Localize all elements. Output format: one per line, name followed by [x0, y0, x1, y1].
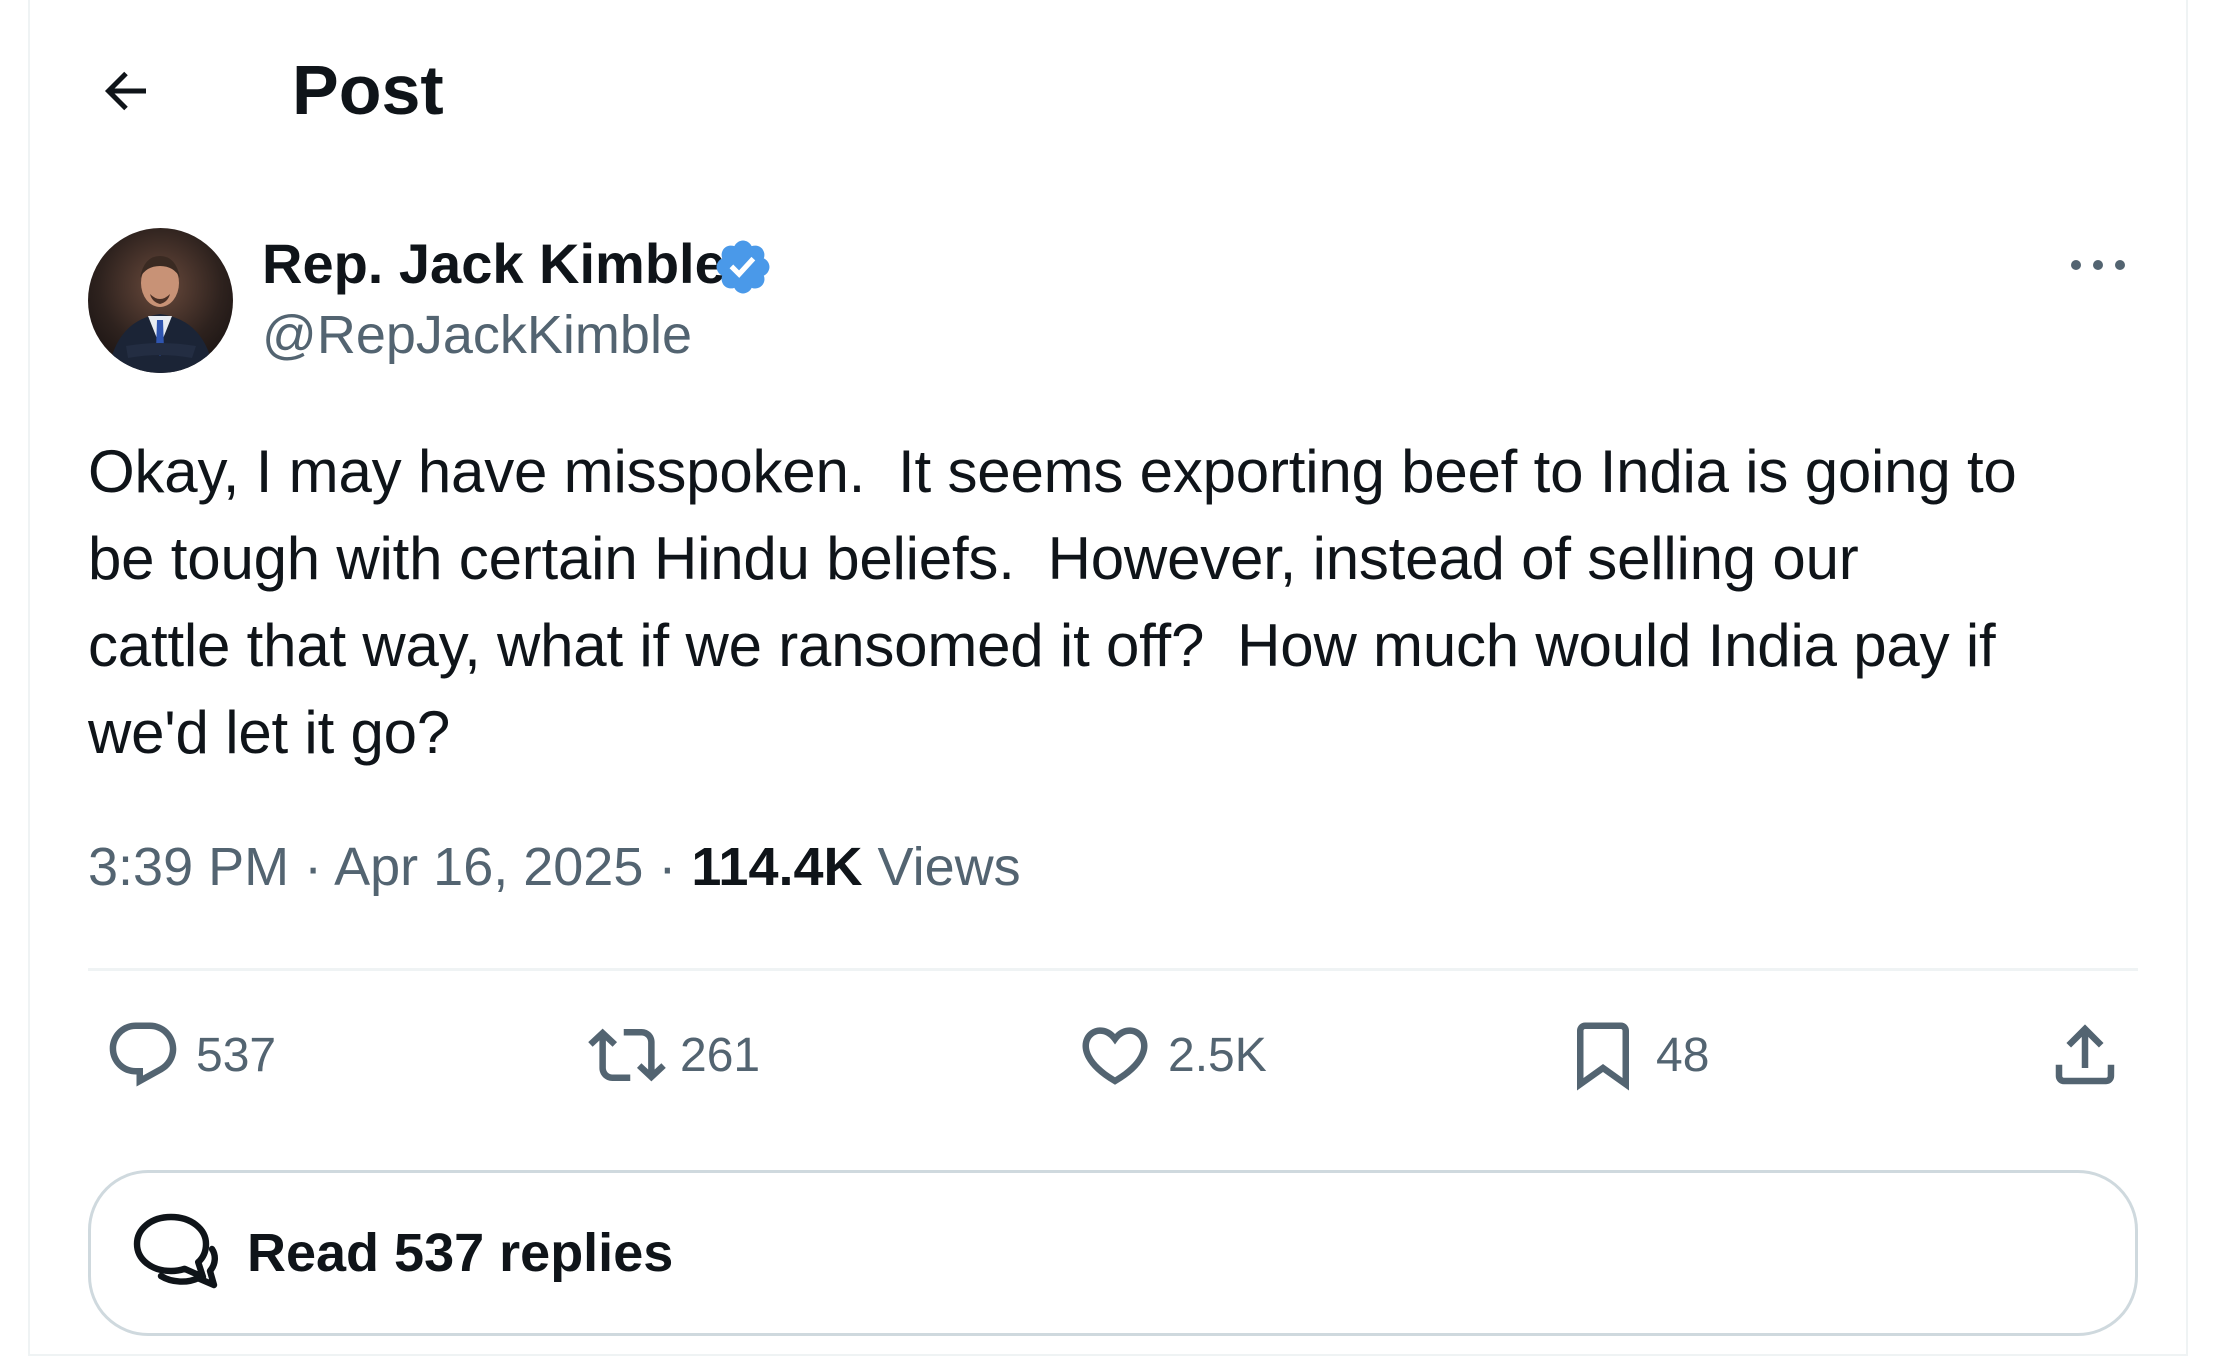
- repost-icon: [588, 1028, 666, 1082]
- verified-badge-icon: [716, 240, 770, 294]
- views-label: Views: [877, 837, 1021, 897]
- replies-bubbles-icon: [125, 1203, 225, 1303]
- reply-icon: [109, 1022, 177, 1087]
- read-replies-button[interactable]: Read 537 replies: [88, 1170, 2138, 1336]
- more-dots-icon: [2071, 260, 2125, 270]
- bookmark-button[interactable]: 48: [1564, 1010, 1709, 1100]
- avatar[interactable]: [88, 228, 233, 373]
- meta-separator: ·: [643, 837, 692, 897]
- meta-separator: ·: [289, 837, 335, 897]
- divider: [88, 968, 2138, 971]
- arrow-left-icon: [104, 71, 146, 111]
- reply-count: 537: [196, 1028, 277, 1082]
- bookmark-count: 48: [1656, 1028, 1710, 1082]
- share-button[interactable]: [2046, 1010, 2124, 1100]
- tweet-time[interactable]: 3:39 PM: [88, 837, 289, 897]
- like-button[interactable]: 2.5K: [1076, 1010, 1267, 1100]
- author-display-name[interactable]: Rep. Jack Kimble: [262, 230, 726, 298]
- tweet-text: Okay, I may have misspoken. It seems exp…: [88, 438, 2017, 766]
- share-upload-icon: [2055, 1024, 2115, 1085]
- repost-button[interactable]: 261: [588, 1010, 760, 1100]
- more-options-button[interactable]: [2060, 230, 2136, 300]
- tweet-date[interactable]: Apr 16, 2025: [334, 837, 643, 897]
- author-handle[interactable]: @RepJackKimble: [262, 302, 692, 368]
- repost-count: 261: [680, 1028, 761, 1082]
- heart-icon: [1082, 1027, 1148, 1085]
- tweet-meta: 3:39 PM · Apr 16, 2025 · 114.4K Views: [88, 834, 1021, 900]
- views-count: 114.4K: [691, 837, 863, 897]
- bookmark-icon: [1577, 1022, 1629, 1091]
- read-replies-label: Read 537 replies: [247, 1223, 674, 1283]
- like-count: 2.5K: [1168, 1028, 1267, 1082]
- back-button[interactable]: [90, 55, 162, 127]
- reply-button[interactable]: 537: [104, 1010, 276, 1100]
- page-title: Post: [292, 51, 444, 129]
